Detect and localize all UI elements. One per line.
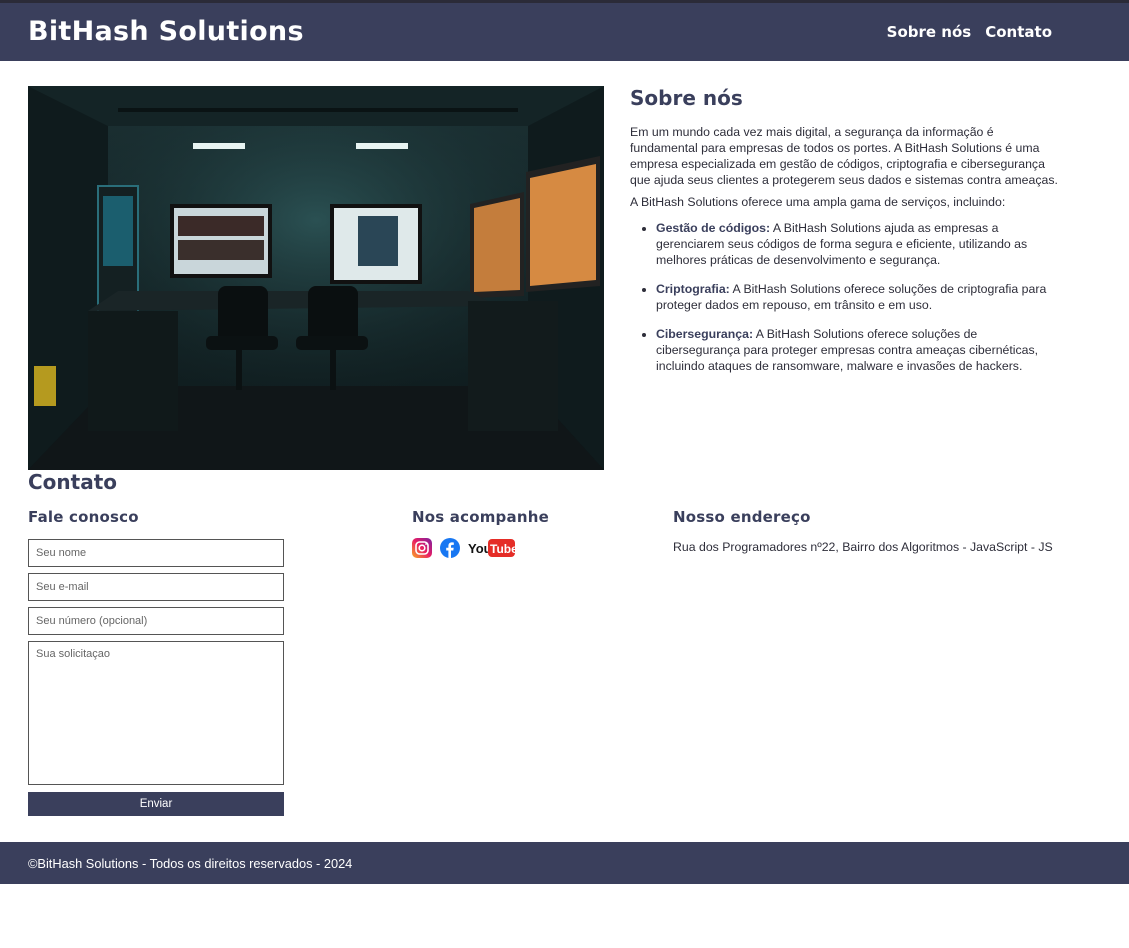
main-nav: Sobre nós Contato xyxy=(887,23,1052,41)
phone-input[interactable] xyxy=(28,607,284,635)
facebook-icon[interactable] xyxy=(440,538,460,563)
service-name: Criptografia: xyxy=(656,282,730,296)
instagram-icon[interactable] xyxy=(412,538,432,563)
footer-copyright: ©BitHash Solutions - Todos os direitos r… xyxy=(28,856,353,871)
about-paragraph-1: Em um mundo cada vez mais digital, a seg… xyxy=(630,125,1058,187)
service-item-ciberseguranca: Cibersegurança: A BitHash Solutions ofer… xyxy=(656,326,1060,374)
hero-image xyxy=(28,86,604,470)
message-textarea[interactable] xyxy=(28,641,284,785)
email-input[interactable] xyxy=(28,573,284,601)
services-list: Gestão de códigos: A BitHash Solutions a… xyxy=(656,220,1060,374)
about-section: Sobre nós Em um mundo cada vez mais digi… xyxy=(630,86,1060,387)
about-paragraph-2: A BitHash Solutions oferece uma ampla ga… xyxy=(630,195,1006,209)
site-header: BitHash Solutions Sobre nós Contato xyxy=(0,3,1129,61)
address-title: Nosso endereço xyxy=(673,508,811,526)
service-name: Gestão de códigos: xyxy=(656,221,771,235)
brand-logo[interactable]: BitHash Solutions xyxy=(28,16,304,47)
service-name: Cibersegurança: xyxy=(656,327,754,341)
name-input[interactable] xyxy=(28,539,284,567)
site-footer: ©BitHash Solutions - Todos os direitos r… xyxy=(0,842,1129,884)
submit-button[interactable]: Enviar xyxy=(28,792,284,816)
nav-link-sobre-nos[interactable]: Sobre nós xyxy=(887,23,972,41)
form-title: Fale conosco xyxy=(28,508,139,526)
contact-title: Contato xyxy=(28,470,118,494)
youtube-icon[interactable]: You Tube xyxy=(468,538,518,563)
nav-link-contato[interactable]: Contato xyxy=(985,23,1052,41)
social-title: Nos acompanhe xyxy=(412,508,549,526)
service-item-gestao: Gestão de códigos: A BitHash Solutions a… xyxy=(656,220,1060,268)
youtube-tube-text: Tube xyxy=(490,542,516,556)
contact-form: Enviar xyxy=(28,539,284,816)
about-title: Sobre nós xyxy=(630,86,743,110)
address-text: Rua dos Programadores nº22, Bairro dos A… xyxy=(673,540,1053,554)
social-links: You Tube xyxy=(412,538,518,563)
service-item-criptografia: Criptografia: A BitHash Solutions oferec… xyxy=(656,281,1060,313)
